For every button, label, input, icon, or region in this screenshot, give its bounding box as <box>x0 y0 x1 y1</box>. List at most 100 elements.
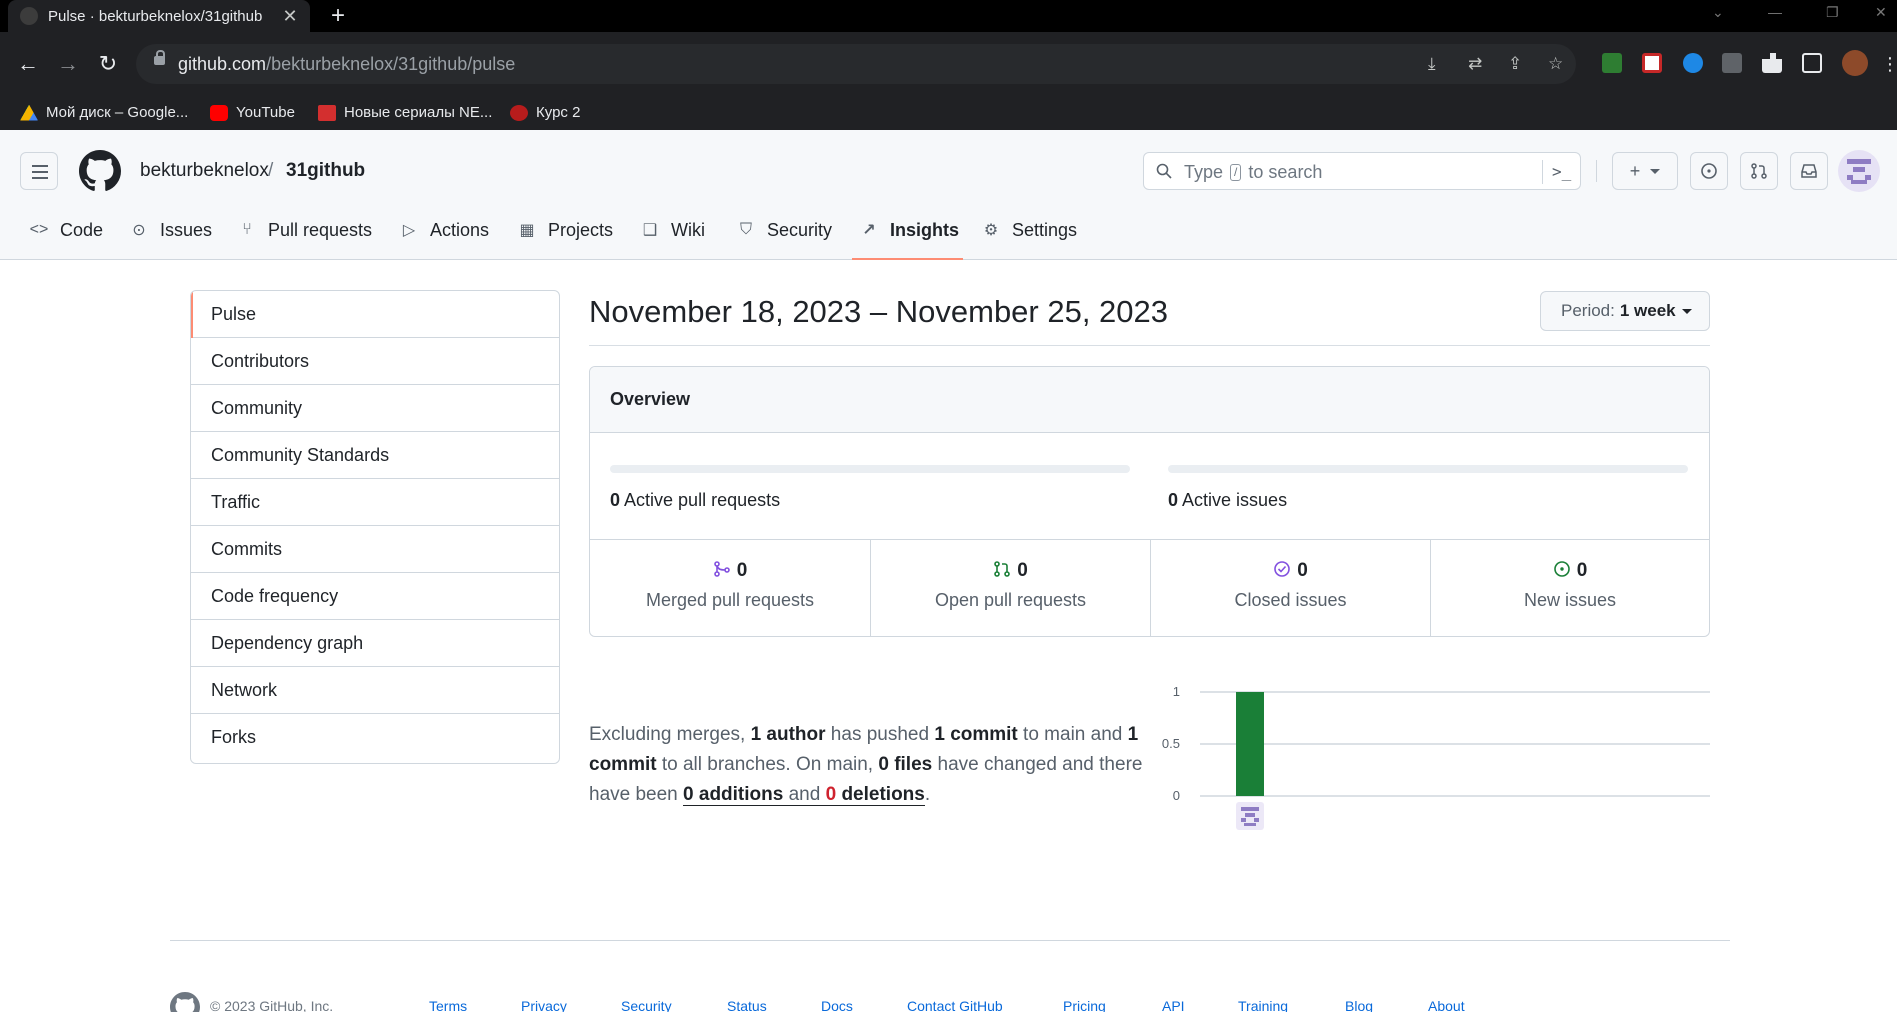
y-tick-label: 0 <box>1173 788 1180 803</box>
inbox-icon <box>1801 164 1817 178</box>
extension-blue-icon[interactable] <box>1683 53 1703 73</box>
footer-link-about[interactable]: About <box>1428 998 1465 1012</box>
issue-opened-icon: ⊙ <box>132 222 146 239</box>
y-tick-label: 0.5 <box>1162 736 1180 751</box>
install-app-icon[interactable]: ⤓ <box>1428 54 1436 74</box>
sidebar-item-commits[interactable]: Commits <box>191 526 559 573</box>
bookmark-course[interactable]: Курс 2 <box>510 104 580 121</box>
additions-deletions-link[interactable]: 0 additions and 0 deletions <box>683 784 925 806</box>
sidebar-item-code-frequency[interactable]: Code frequency <box>191 573 559 620</box>
minimize-icon[interactable]: — <box>1768 4 1782 20</box>
forward-icon[interactable]: → <box>54 50 82 78</box>
bookmark-star-icon[interactable]: ☆ <box>1548 54 1563 74</box>
sidebar-item-community-standards[interactable]: Community Standards <box>191 432 559 479</box>
tab-projects[interactable]: ▦ Projects <box>518 200 613 260</box>
period-dropdown[interactable]: Period: 1 week <box>1540 291 1710 331</box>
sidebar-item-forks[interactable]: Forks <box>191 714 559 761</box>
table-icon: ▦ <box>519 222 535 239</box>
git-pull-request-icon: ⑂ <box>242 221 252 238</box>
merged-pull-requests-stat[interactable]: 0 Merged pull requests <box>590 540 870 636</box>
tab-actions[interactable]: ▷ Actions <box>400 200 489 260</box>
contributor-avatar[interactable] <box>1236 802 1264 830</box>
chart-bar[interactable] <box>1236 692 1264 796</box>
sidebar-item-contributors[interactable]: Contributors <box>191 338 559 385</box>
youtube-icon <box>210 104 228 121</box>
command-palette-icon[interactable]: >_ <box>1552 162 1571 181</box>
issues-button[interactable] <box>1690 152 1728 190</box>
plus-icon: + <box>1629 160 1641 181</box>
extensions-puzzle-icon[interactable] <box>1762 53 1782 73</box>
extension-red-icon[interactable] <box>1642 53 1662 73</box>
tab-search-icon[interactable]: ⌄ <box>1712 4 1724 21</box>
insights-sidebar: Pulse Contributors Community Community S… <box>190 290 560 764</box>
tab-code[interactable]: <> Code <box>30 200 103 260</box>
footer-link-contact[interactable]: Contact GitHub <box>907 998 1003 1012</box>
search-icon <box>1156 163 1172 179</box>
footer-link-api[interactable]: API <box>1162 998 1185 1012</box>
tab-settings[interactable]: ⚙ Settings <box>982 200 1077 260</box>
sidebar-item-community[interactable]: Community <box>191 385 559 432</box>
open-pull-requests-stat[interactable]: 0 Open pull requests <box>870 540 1150 636</box>
breadcrumb-repo[interactable]: 31github <box>286 160 365 182</box>
restore-icon[interactable]: ❐ <box>1826 4 1839 21</box>
side-panel-icon[interactable] <box>1802 53 1822 73</box>
chevron-down-icon <box>1650 168 1661 174</box>
active-pull-requests-link[interactable]: 0 Active pull requests <box>610 490 780 511</box>
menu-button[interactable] <box>20 152 58 190</box>
sidebar-item-network[interactable]: Network <box>191 667 559 714</box>
reload-icon[interactable]: ↻ <box>94 50 122 78</box>
authors-count[interactable]: 1 author <box>751 724 826 745</box>
tab-issues[interactable]: ⊙ Issues <box>130 200 212 260</box>
browser-tab[interactable]: Pulse · bekturbeknelox/31github ✕ <box>8 0 310 32</box>
course-icon <box>510 104 528 121</box>
address-bar[interactable]: github.com/bekturbeknelox/31github/pulse… <box>136 44 1576 84</box>
files-changed-count: 0 files <box>878 754 933 775</box>
code-icon: <> <box>29 221 49 238</box>
tab-insights[interactable]: ↗ Insights <box>860 200 959 260</box>
github-favicon-icon <box>20 7 38 25</box>
tab-wiki[interactable]: ❑ Wiki <box>641 200 705 260</box>
footer-link-blog[interactable]: Blog <box>1345 998 1373 1012</box>
create-new-button[interactable]: + <box>1612 152 1678 190</box>
bookmark-series[interactable]: Новые сериалы NE... <box>318 104 492 121</box>
tab-pull-requests[interactable]: ⑂ Pull requests <box>238 200 372 260</box>
extension-a-icon[interactable] <box>1722 53 1742 73</box>
tab-close-icon[interactable]: ✕ <box>280 6 300 27</box>
browser-menu-icon[interactable]: ⋮ <box>1876 50 1897 78</box>
back-icon[interactable]: ← <box>14 50 42 78</box>
profile-avatar[interactable] <box>1842 50 1868 76</box>
sidebar-item-traffic[interactable]: Traffic <box>191 479 559 526</box>
extension-green-icon[interactable] <box>1602 53 1622 73</box>
translate-icon[interactable]: ⇄ <box>1468 54 1482 74</box>
search-input[interactable]: Type / to search >_ <box>1143 152 1581 190</box>
active-issues-link[interactable]: 0 Active issues <box>1168 490 1287 511</box>
closed-issues-stat[interactable]: 0 Closed issues <box>1150 540 1430 636</box>
footer-link-training[interactable]: Training <box>1238 998 1288 1012</box>
bookmark-google-drive[interactable]: Мой диск – Google... <box>20 104 188 121</box>
footer-link-pricing[interactable]: Pricing <box>1063 998 1106 1012</box>
footer-link-security[interactable]: Security <box>621 998 672 1012</box>
new-issues-stat[interactable]: 0 New issues <box>1430 540 1709 636</box>
inbox-button[interactable] <box>1790 152 1828 190</box>
bookmark-youtube[interactable]: YouTube <box>210 104 295 121</box>
new-tab-button[interactable]: + <box>324 2 352 30</box>
footer-link-privacy[interactable]: Privacy <box>521 998 567 1012</box>
url-text[interactable]: github.com/bekturbeknelox/31github/pulse <box>178 54 515 75</box>
share-icon[interactable]: ⇪ <box>1508 54 1522 74</box>
github-logo-icon[interactable] <box>79 150 121 192</box>
footer-link-status[interactable]: Status <box>727 998 767 1012</box>
pull-requests-button[interactable] <box>1740 152 1778 190</box>
period-value: 1 week <box>1619 301 1676 320</box>
overview-box: Overview 0 Active pull requests 0 Active… <box>589 366 1710 637</box>
sidebar-item-dependency-graph[interactable]: Dependency graph <box>191 620 559 667</box>
sidebar-item-pulse[interactable]: Pulse <box>191 291 559 338</box>
commits-main-count[interactable]: 1 commit <box>934 724 1017 745</box>
chevron-down-icon <box>1681 308 1692 314</box>
user-avatar[interactable] <box>1838 150 1880 192</box>
github-footer-logo-icon[interactable] <box>170 992 200 1012</box>
close-window-icon[interactable]: ✕ <box>1875 4 1887 21</box>
footer-link-terms[interactable]: Terms <box>429 998 467 1012</box>
breadcrumb-owner[interactable]: bekturbeknelox <box>140 160 269 182</box>
tab-security[interactable]: ⛉ Security <box>737 200 832 260</box>
footer-link-docs[interactable]: Docs <box>821 998 853 1012</box>
